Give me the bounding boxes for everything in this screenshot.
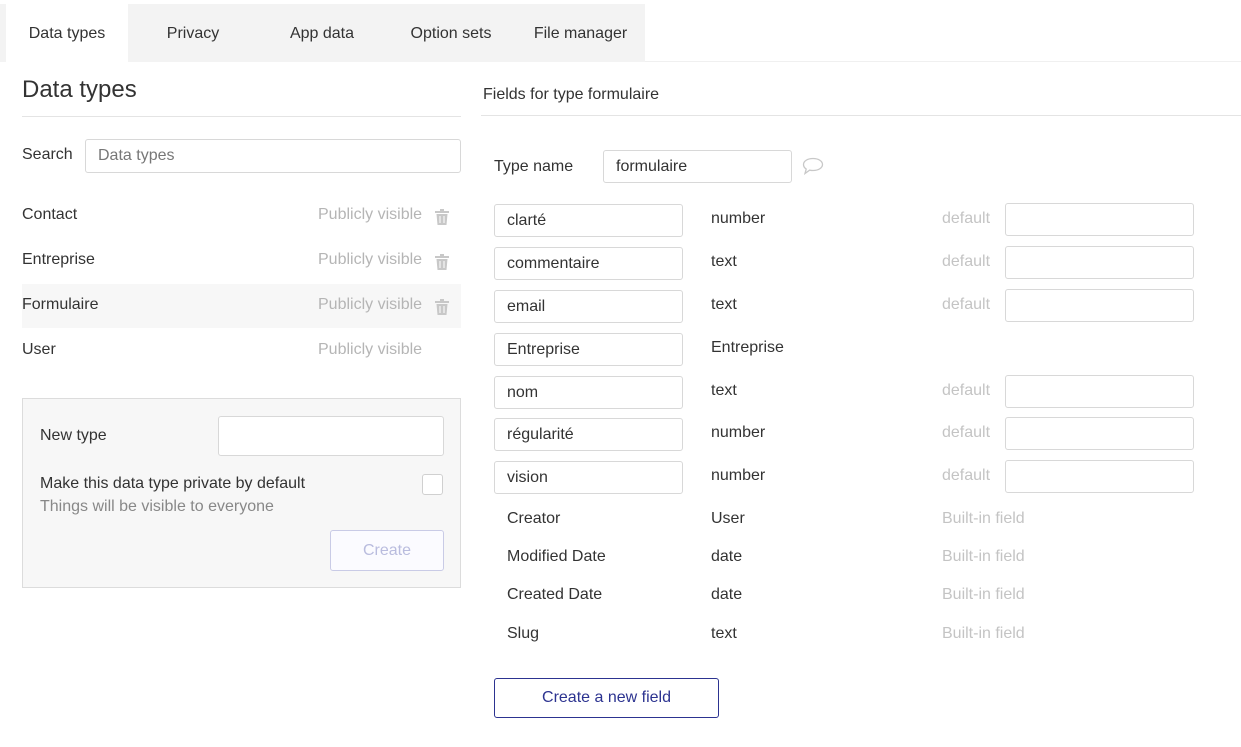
default-label: default [942, 210, 991, 227]
tab-data-types[interactable]: Data types [6, 4, 128, 62]
tab-bar: Data types Privacy App data Option sets … [0, 4, 1241, 62]
field-type: User [711, 510, 745, 527]
field-type: Entreprise [711, 339, 784, 356]
field-row: vision number default [494, 460, 1194, 495]
field-row: email text default [494, 289, 1194, 324]
field-name: Created Date [507, 586, 603, 603]
list-item-contact[interactable]: Contact Publicly visible [22, 194, 461, 238]
tab-file-manager[interactable]: File manager [516, 4, 645, 62]
field-name-input[interactable]: email [494, 290, 683, 323]
divider [22, 116, 461, 117]
field-row: clarté number default [494, 203, 1194, 238]
list-item-formulaire[interactable]: Formulaire Publicly visible [22, 284, 461, 328]
builtin-field-row: Creator User Built-in field [494, 503, 1194, 537]
default-value-input[interactable] [1005, 289, 1194, 322]
field-name-input[interactable]: vision [494, 461, 683, 494]
fields-title: Fields for type formulaire [483, 86, 660, 103]
visibility-status: Publicly visible [318, 206, 423, 223]
default-value-input[interactable] [1005, 246, 1194, 279]
field-type: number [711, 424, 766, 441]
default-value-input[interactable] [1005, 375, 1194, 408]
field-name: Modified Date [507, 548, 606, 565]
field-type: text [711, 625, 737, 642]
field-name-input[interactable]: nom [494, 376, 683, 409]
private-default-hint: Things will be visible to everyone [40, 498, 274, 515]
new-type-input[interactable] [218, 416, 444, 456]
new-type-panel: New type Make this data type private by … [22, 398, 461, 588]
comment-icon[interactable] [802, 157, 824, 175]
field-type: number [711, 210, 766, 227]
type-name-label: Type name [494, 158, 574, 175]
field-type: text [711, 253, 737, 270]
type-name: Contact [22, 206, 78, 223]
tab-privacy[interactable]: Privacy [128, 4, 258, 62]
builtin-field-row: Slug text Built-in field [494, 618, 1194, 652]
page-title: Data types [22, 76, 137, 103]
create-button[interactable]: Create [330, 530, 444, 571]
field-name-input[interactable]: Entreprise [494, 333, 683, 366]
type-name: Entreprise [22, 251, 95, 268]
default-label: default [942, 467, 991, 484]
field-type: text [711, 382, 737, 399]
builtin-label: Built-in field [942, 510, 1025, 527]
trash-icon[interactable] [435, 299, 449, 315]
visibility-status: Publicly visible [318, 251, 423, 268]
type-name-input[interactable]: formulaire [603, 150, 792, 183]
field-name-input[interactable]: régularité [494, 418, 683, 451]
field-type: date [711, 548, 743, 565]
divider [481, 115, 1241, 116]
field-name-input[interactable]: commentaire [494, 247, 683, 280]
builtin-label: Built-in field [942, 625, 1025, 642]
builtin-field-row: Modified Date date Built-in field [494, 541, 1194, 575]
field-type: text [711, 296, 737, 313]
tab-app-data[interactable]: App data [258, 4, 386, 62]
visibility-status: Publicly visible [318, 296, 423, 313]
field-row: Entreprise Entreprise [494, 333, 1194, 367]
search-input[interactable] [85, 139, 461, 173]
new-type-label: New type [40, 427, 107, 444]
field-type: date [711, 586, 743, 603]
trash-icon[interactable] [435, 254, 449, 270]
type-name: Formulaire [22, 296, 99, 313]
search-label: Search [22, 146, 73, 163]
trash-icon[interactable] [435, 209, 449, 225]
field-row: nom text default [494, 375, 1194, 410]
builtin-label: Built-in field [942, 586, 1025, 603]
default-value-input[interactable] [1005, 417, 1194, 450]
field-name: Creator [507, 510, 561, 527]
private-default-label: Make this data type private by default [40, 475, 306, 492]
private-checkbox[interactable] [422, 474, 443, 495]
default-label: default [942, 382, 991, 399]
field-name-input[interactable]: clarté [494, 204, 683, 237]
builtin-field-row: Created Date date Built-in field [494, 579, 1194, 613]
field-name: Slug [507, 625, 540, 642]
type-name: User [22, 341, 56, 358]
default-value-input[interactable] [1005, 460, 1194, 493]
default-value-input[interactable] [1005, 203, 1194, 236]
default-label: default [942, 296, 991, 313]
field-type: number [711, 467, 766, 484]
field-row: régularité number default [494, 417, 1194, 452]
create-new-field-button[interactable]: Create a new field [494, 678, 719, 718]
default-label: default [942, 253, 991, 270]
list-item-entreprise[interactable]: Entreprise Publicly visible [22, 239, 461, 283]
default-label: default [942, 424, 991, 441]
list-item-user[interactable]: User Publicly visible [22, 329, 461, 373]
builtin-label: Built-in field [942, 548, 1025, 565]
tab-option-sets[interactable]: Option sets [386, 4, 516, 62]
field-row: commentaire text default [494, 246, 1194, 281]
visibility-status: Publicly visible [318, 341, 423, 358]
